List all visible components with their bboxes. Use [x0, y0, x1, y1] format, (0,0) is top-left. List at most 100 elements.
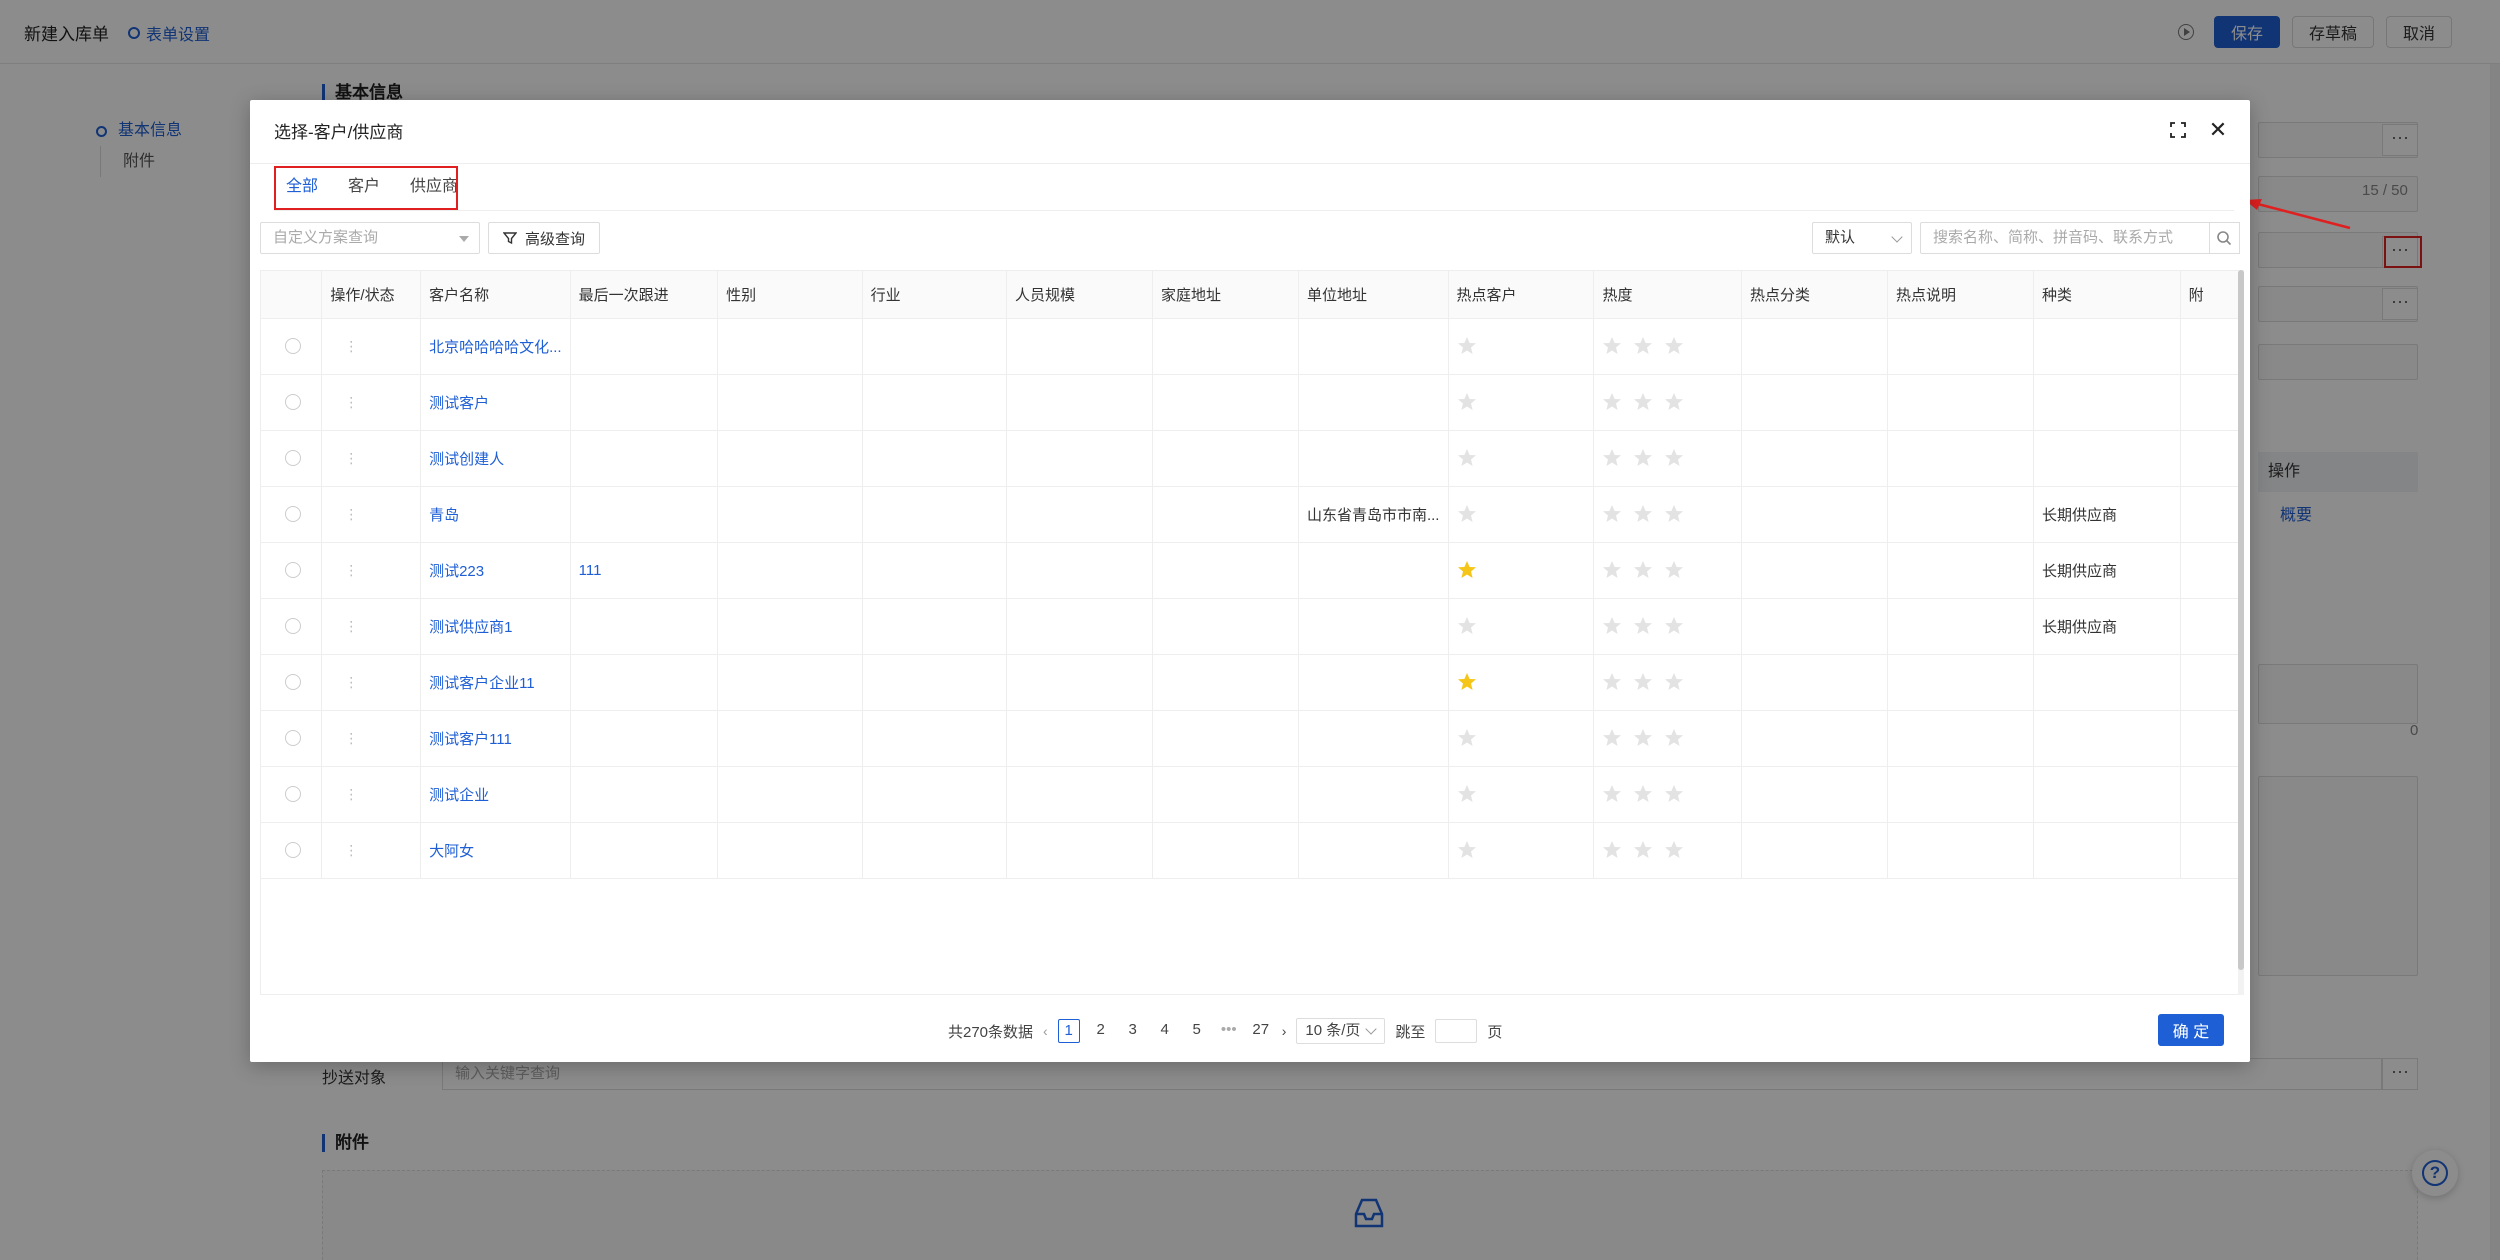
- row-actions-cell[interactable]: ⋮: [321, 486, 422, 543]
- column-header[interactable]: 行业: [862, 271, 1008, 319]
- more-vertical-icon[interactable]: ⋮: [344, 786, 358, 802]
- table-row[interactable]: ⋮ 北京哈哈哈哈文化...: [261, 318, 2239, 375]
- column-header[interactable]: 性别: [717, 271, 863, 319]
- row-actions-cell[interactable]: ⋮: [321, 598, 422, 655]
- hot-customer-cell[interactable]: [1448, 822, 1595, 879]
- hot-customer-cell[interactable]: [1448, 486, 1595, 543]
- row-radio[interactable]: [285, 786, 301, 802]
- row-actions-cell[interactable]: ⋮: [321, 374, 422, 431]
- customer-name-link[interactable]: 大阿女: [420, 822, 571, 879]
- row-select-cell[interactable]: [261, 710, 323, 767]
- hot-customer-cell[interactable]: [1448, 766, 1595, 823]
- star-icon[interactable]: [1457, 673, 1488, 690]
- customer-name-link[interactable]: 测试企业: [420, 766, 571, 823]
- row-select-cell[interactable]: [261, 318, 323, 375]
- row-select-cell[interactable]: [261, 374, 323, 431]
- table-row[interactable]: ⋮ 测试223 111 长期供应商: [261, 542, 2239, 599]
- table-scrollbar[interactable]: [2238, 270, 2244, 995]
- page-27[interactable]: 27: [1250, 1019, 1272, 1043]
- column-header[interactable]: 附: [2180, 271, 2239, 319]
- column-header[interactable]: 客户名称: [420, 271, 571, 319]
- column-header[interactable]: 人员规模: [1006, 271, 1153, 319]
- row-actions-cell[interactable]: ⋮: [321, 430, 422, 487]
- column-header[interactable]: 热点说明: [1887, 271, 2034, 319]
- confirm-button[interactable]: 确 定: [2158, 1014, 2224, 1046]
- star-icon[interactable]: [1457, 785, 1488, 802]
- scheme-select[interactable]: 自定义方案查询: [260, 222, 480, 254]
- search-button[interactable]: [2208, 222, 2240, 254]
- customer-name-link[interactable]: 北京哈哈哈哈文化...: [420, 318, 571, 375]
- star-icon[interactable]: [1457, 561, 1488, 578]
- row-select-cell[interactable]: [261, 654, 323, 711]
- advanced-search-button[interactable]: 高级查询: [488, 222, 601, 254]
- star-icon[interactable]: [1457, 337, 1488, 354]
- row-radio[interactable]: [285, 730, 301, 746]
- hot-customer-cell[interactable]: [1448, 654, 1595, 711]
- customer-name-link[interactable]: 测试客户111: [420, 710, 571, 767]
- row-select-cell[interactable]: [261, 486, 323, 543]
- row-actions-cell[interactable]: ⋮: [321, 318, 422, 375]
- more-vertical-icon[interactable]: ⋮: [344, 394, 358, 410]
- prev-page-icon[interactable]: ‹: [1043, 1023, 1048, 1039]
- star-icon[interactable]: [1457, 617, 1488, 634]
- hot-customer-cell[interactable]: [1448, 710, 1595, 767]
- row-radio[interactable]: [285, 338, 301, 354]
- column-header[interactable]: 最后一次跟进: [570, 271, 719, 319]
- table-row[interactable]: ⋮ 测试客户企业11: [261, 654, 2239, 711]
- row-radio[interactable]: [285, 450, 301, 466]
- search-input[interactable]: 搜索名称、简称、拼音码、联系方式: [1920, 222, 2210, 254]
- more-vertical-icon[interactable]: ⋮: [344, 450, 358, 466]
- fullscreen-icon[interactable]: [2170, 122, 2186, 138]
- row-actions-cell[interactable]: ⋮: [321, 710, 422, 767]
- sort-select[interactable]: 默认: [1812, 222, 1912, 254]
- page-4[interactable]: 4: [1154, 1019, 1176, 1043]
- page-size-select[interactable]: 10 条/页: [1296, 1018, 1386, 1044]
- page-ellipsis[interactable]: •••: [1218, 1019, 1240, 1043]
- row-radio[interactable]: [285, 842, 301, 858]
- row-radio[interactable]: [285, 506, 301, 522]
- customer-name-link[interactable]: 青岛: [420, 486, 571, 543]
- row-actions-cell[interactable]: ⋮: [321, 822, 422, 879]
- row-radio[interactable]: [285, 674, 301, 690]
- star-icon[interactable]: [1457, 505, 1488, 522]
- row-select-cell[interactable]: [261, 822, 323, 879]
- star-icon[interactable]: [1457, 393, 1488, 410]
- customer-name-link[interactable]: 测试供应商1: [420, 598, 571, 655]
- row-actions-cell[interactable]: ⋮: [321, 766, 422, 823]
- column-header[interactable]: 热点客户: [1448, 271, 1595, 319]
- row-select-cell[interactable]: [261, 598, 323, 655]
- customer-name-link[interactable]: 测试223: [420, 542, 571, 599]
- column-header[interactable]: 种类: [2033, 271, 2181, 319]
- star-icon[interactable]: [1457, 729, 1488, 746]
- page-3[interactable]: 3: [1122, 1019, 1144, 1043]
- hot-customer-cell[interactable]: [1448, 542, 1595, 599]
- more-vertical-icon[interactable]: ⋮: [344, 730, 358, 746]
- row-select-cell[interactable]: [261, 430, 323, 487]
- more-vertical-icon[interactable]: ⋮: [344, 562, 358, 578]
- column-header[interactable]: 单位地址: [1298, 271, 1449, 319]
- table-row[interactable]: ⋮ 测试供应商1 长期供应商: [261, 598, 2239, 655]
- more-vertical-icon[interactable]: ⋮: [344, 618, 358, 634]
- star-icon[interactable]: [1457, 449, 1488, 466]
- row-radio[interactable]: [285, 618, 301, 634]
- table-row[interactable]: ⋮ 测试创建人: [261, 430, 2239, 487]
- more-vertical-icon[interactable]: ⋮: [344, 842, 358, 858]
- page-5[interactable]: 5: [1186, 1019, 1208, 1043]
- column-header[interactable]: 热度: [1593, 271, 1743, 319]
- column-header[interactable]: 操作/状态: [321, 271, 422, 319]
- hot-customer-cell[interactable]: [1448, 430, 1595, 487]
- star-icon[interactable]: [1457, 841, 1488, 858]
- row-actions-cell[interactable]: ⋮: [321, 654, 422, 711]
- row-select-cell[interactable]: [261, 542, 323, 599]
- page-1[interactable]: 1: [1057, 1019, 1080, 1043]
- page-2[interactable]: 2: [1090, 1019, 1112, 1043]
- row-radio[interactable]: [285, 394, 301, 410]
- more-vertical-icon[interactable]: ⋮: [344, 338, 358, 354]
- customer-name-link[interactable]: 测试客户: [420, 374, 571, 431]
- table-row[interactable]: ⋮ 大阿女: [261, 822, 2239, 879]
- customer-name-link[interactable]: 测试客户企业11: [420, 654, 571, 711]
- hot-customer-cell[interactable]: [1448, 374, 1595, 431]
- next-page-icon[interactable]: ›: [1282, 1023, 1287, 1039]
- table-row[interactable]: ⋮ 测试客户111: [261, 710, 2239, 767]
- hot-customer-cell[interactable]: [1448, 598, 1595, 655]
